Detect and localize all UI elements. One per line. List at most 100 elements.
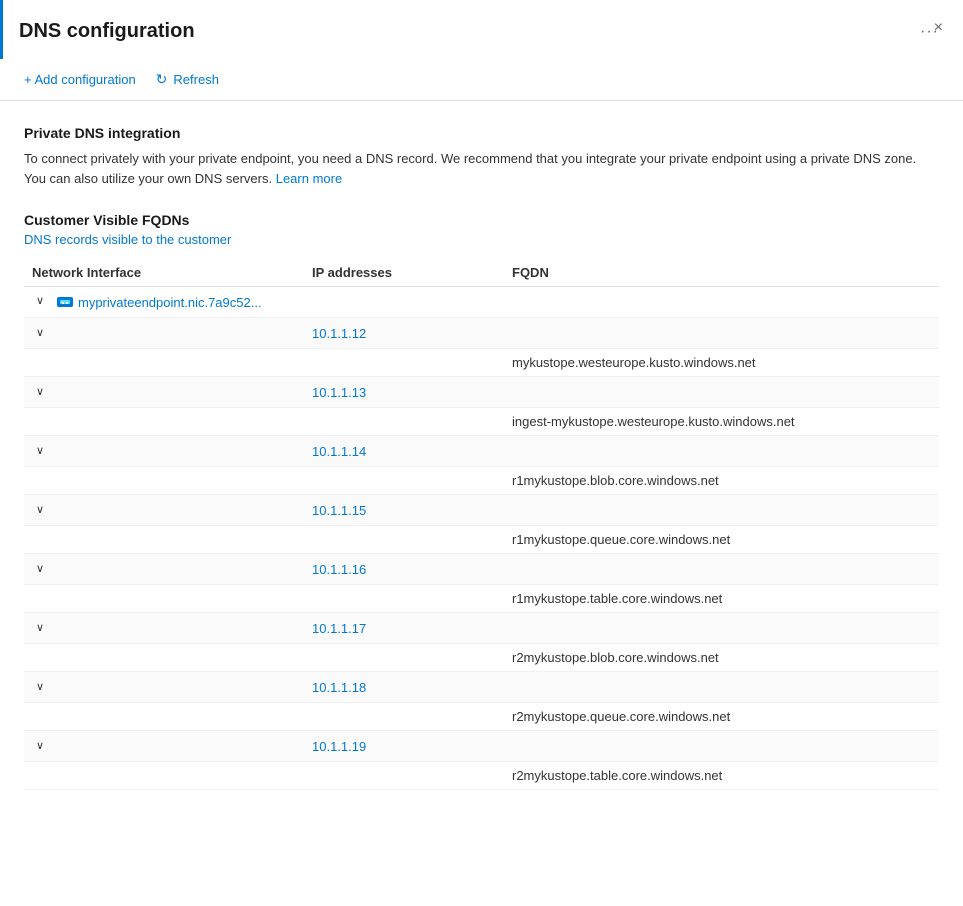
- parent-ip-cell: [304, 287, 504, 318]
- fqdn-cell-upper-3: [504, 495, 939, 526]
- table-row: ∨ 10.1.1.12: [24, 318, 939, 349]
- fqdn-value-cell-7: r2mykustope.table.core.windows.net: [504, 762, 939, 790]
- fqdn-cell-upper-6: [504, 672, 939, 703]
- table-row: ∨ 10.1.1.16: [24, 554, 939, 585]
- fqdn-value-cell-5: r2mykustope.blob.core.windows.net: [504, 644, 939, 672]
- ip-cell-2: 10.1.1.14: [304, 436, 504, 467]
- fqdn-network-cell-1: [24, 408, 304, 436]
- dns-configuration-panel: DNS configuration ··· × + Add configurat…: [0, 0, 963, 814]
- toolbar: + Add configuration ↻ Refresh: [0, 59, 963, 101]
- child-chevron-5[interactable]: ∨: [32, 621, 48, 637]
- table-header-row: Network Interface IP addresses FQDN: [24, 259, 939, 287]
- table-parent-row: ∨ myprivateendpoint.nic.7a9c52...: [24, 287, 939, 318]
- network-cell: ∨ myprivateendpoint.nic.7a9c52...: [24, 287, 304, 318]
- ip-cell-4: 10.1.1.16: [304, 554, 504, 585]
- fqdn-cell-upper-0: [504, 318, 939, 349]
- table-row: r2mykustope.blob.core.windows.net: [24, 644, 939, 672]
- table-row: r1mykustope.blob.core.windows.net: [24, 467, 939, 495]
- fqdn-ip-cell-0: [304, 349, 504, 377]
- child-network-cell-0: ∨: [24, 318, 304, 349]
- private-dns-title: Private DNS integration: [24, 125, 939, 141]
- fqdn-ip-cell-4: [304, 585, 504, 613]
- parent-fqdn-cell: [504, 287, 939, 318]
- panel-header: DNS configuration ··· ×: [0, 0, 963, 59]
- fqdn-ip-cell-3: [304, 526, 504, 554]
- table-row: ∨ 10.1.1.17: [24, 613, 939, 644]
- refresh-button[interactable]: ↻ Refresh: [156, 67, 219, 92]
- fqdn-value-cell-6: r2mykustope.queue.core.windows.net: [504, 703, 939, 731]
- close-button[interactable]: ×: [934, 20, 943, 36]
- parent-nic-name: myprivateendpoint.nic.7a9c52...: [78, 295, 262, 310]
- fqdn-ip-cell-6: [304, 703, 504, 731]
- child-network-cell-7: ∨: [24, 731, 304, 762]
- fqdn-ip-cell-1: [304, 408, 504, 436]
- fqdn-network-cell-2: [24, 467, 304, 495]
- ip-cell-6: 10.1.1.18: [304, 672, 504, 703]
- fqdn-cell-upper-4: [504, 554, 939, 585]
- table-row: ingest-mykustope.westeurope.kusto.window…: [24, 408, 939, 436]
- table-row: ∨ 10.1.1.19: [24, 731, 939, 762]
- add-configuration-button[interactable]: + Add configuration: [24, 68, 136, 91]
- ip-cell-0: 10.1.1.12: [304, 318, 504, 349]
- table-row: r1mykustope.table.core.windows.net: [24, 585, 939, 613]
- fqdn-cell-upper-5: [504, 613, 939, 644]
- col-header-ip: IP addresses: [304, 259, 504, 287]
- fqdn-cell-upper-1: [504, 377, 939, 408]
- child-chevron-2[interactable]: ∨: [32, 444, 48, 460]
- child-chevron-1[interactable]: ∨: [32, 385, 48, 401]
- fqdn-network-cell-0: [24, 349, 304, 377]
- child-chevron-0[interactable]: ∨: [32, 326, 48, 342]
- fqdn-section: Customer Visible FQDNs DNS records visib…: [24, 212, 939, 790]
- col-header-network: Network Interface: [24, 259, 304, 287]
- child-network-cell-1: ∨: [24, 377, 304, 408]
- ip-cell-3: 10.1.1.15: [304, 495, 504, 526]
- child-network-cell-4: ∨: [24, 554, 304, 585]
- child-network-cell-6: ∨: [24, 672, 304, 703]
- table-row: r1mykustope.queue.core.windows.net: [24, 526, 939, 554]
- private-dns-desc-text: To connect privately with your private e…: [24, 151, 916, 186]
- fqdn-section-title: Customer Visible FQDNs: [24, 212, 939, 228]
- content-area: Private DNS integration To connect priva…: [0, 101, 963, 814]
- learn-more-link[interactable]: Learn more: [276, 171, 342, 186]
- fqdn-ip-cell-5: [304, 644, 504, 672]
- fqdn-value-cell-1: ingest-mykustope.westeurope.kusto.window…: [504, 408, 939, 436]
- refresh-icon: ↻: [156, 71, 168, 88]
- child-network-cell-3: ∨: [24, 495, 304, 526]
- ip-cell-7: 10.1.1.19: [304, 731, 504, 762]
- private-dns-description: To connect privately with your private e…: [24, 149, 939, 188]
- child-network-cell-2: ∨: [24, 436, 304, 467]
- private-dns-section: Private DNS integration To connect priva…: [24, 125, 939, 188]
- child-chevron-3[interactable]: ∨: [32, 503, 48, 519]
- fqdn-table: Network Interface IP addresses FQDN ∨: [24, 259, 939, 790]
- fqdn-cell-upper-2: [504, 436, 939, 467]
- panel-title: DNS configuration: [19, 20, 910, 43]
- table-row: r2mykustope.table.core.windows.net: [24, 762, 939, 790]
- parent-chevron[interactable]: ∨: [32, 294, 48, 310]
- ip-cell-5: 10.1.1.17: [304, 613, 504, 644]
- table-row: mykustope.westeurope.kusto.windows.net: [24, 349, 939, 377]
- refresh-label: Refresh: [173, 72, 219, 87]
- fqdn-value-cell-4: r1mykustope.table.core.windows.net: [504, 585, 939, 613]
- fqdn-network-cell-7: [24, 762, 304, 790]
- fqdn-ip-cell-7: [304, 762, 504, 790]
- fqdn-network-cell-6: [24, 703, 304, 731]
- fqdn-value-cell-0: mykustope.westeurope.kusto.windows.net: [504, 349, 939, 377]
- nic-icon: [56, 293, 74, 311]
- table-row: ∨ 10.1.1.13: [24, 377, 939, 408]
- fqdn-network-cell-5: [24, 644, 304, 672]
- table-row: ∨ 10.1.1.18: [24, 672, 939, 703]
- child-chevron-7[interactable]: ∨: [32, 739, 48, 755]
- fqdn-network-cell-4: [24, 585, 304, 613]
- col-header-fqdn: FQDN: [504, 259, 939, 287]
- child-chevron-6[interactable]: ∨: [32, 680, 48, 696]
- fqdn-value-cell-3: r1mykustope.queue.core.windows.net: [504, 526, 939, 554]
- fqdn-value-cell-2: r1mykustope.blob.core.windows.net: [504, 467, 939, 495]
- ip-cell-1: 10.1.1.13: [304, 377, 504, 408]
- fqdn-section-subtitle: DNS records visible to the customer: [24, 232, 939, 247]
- child-network-cell-5: ∨: [24, 613, 304, 644]
- fqdn-network-cell-3: [24, 526, 304, 554]
- table-row: ∨ 10.1.1.15: [24, 495, 939, 526]
- child-chevron-4[interactable]: ∨: [32, 562, 48, 578]
- fqdn-cell-upper-7: [504, 731, 939, 762]
- table-row: ∨ 10.1.1.14: [24, 436, 939, 467]
